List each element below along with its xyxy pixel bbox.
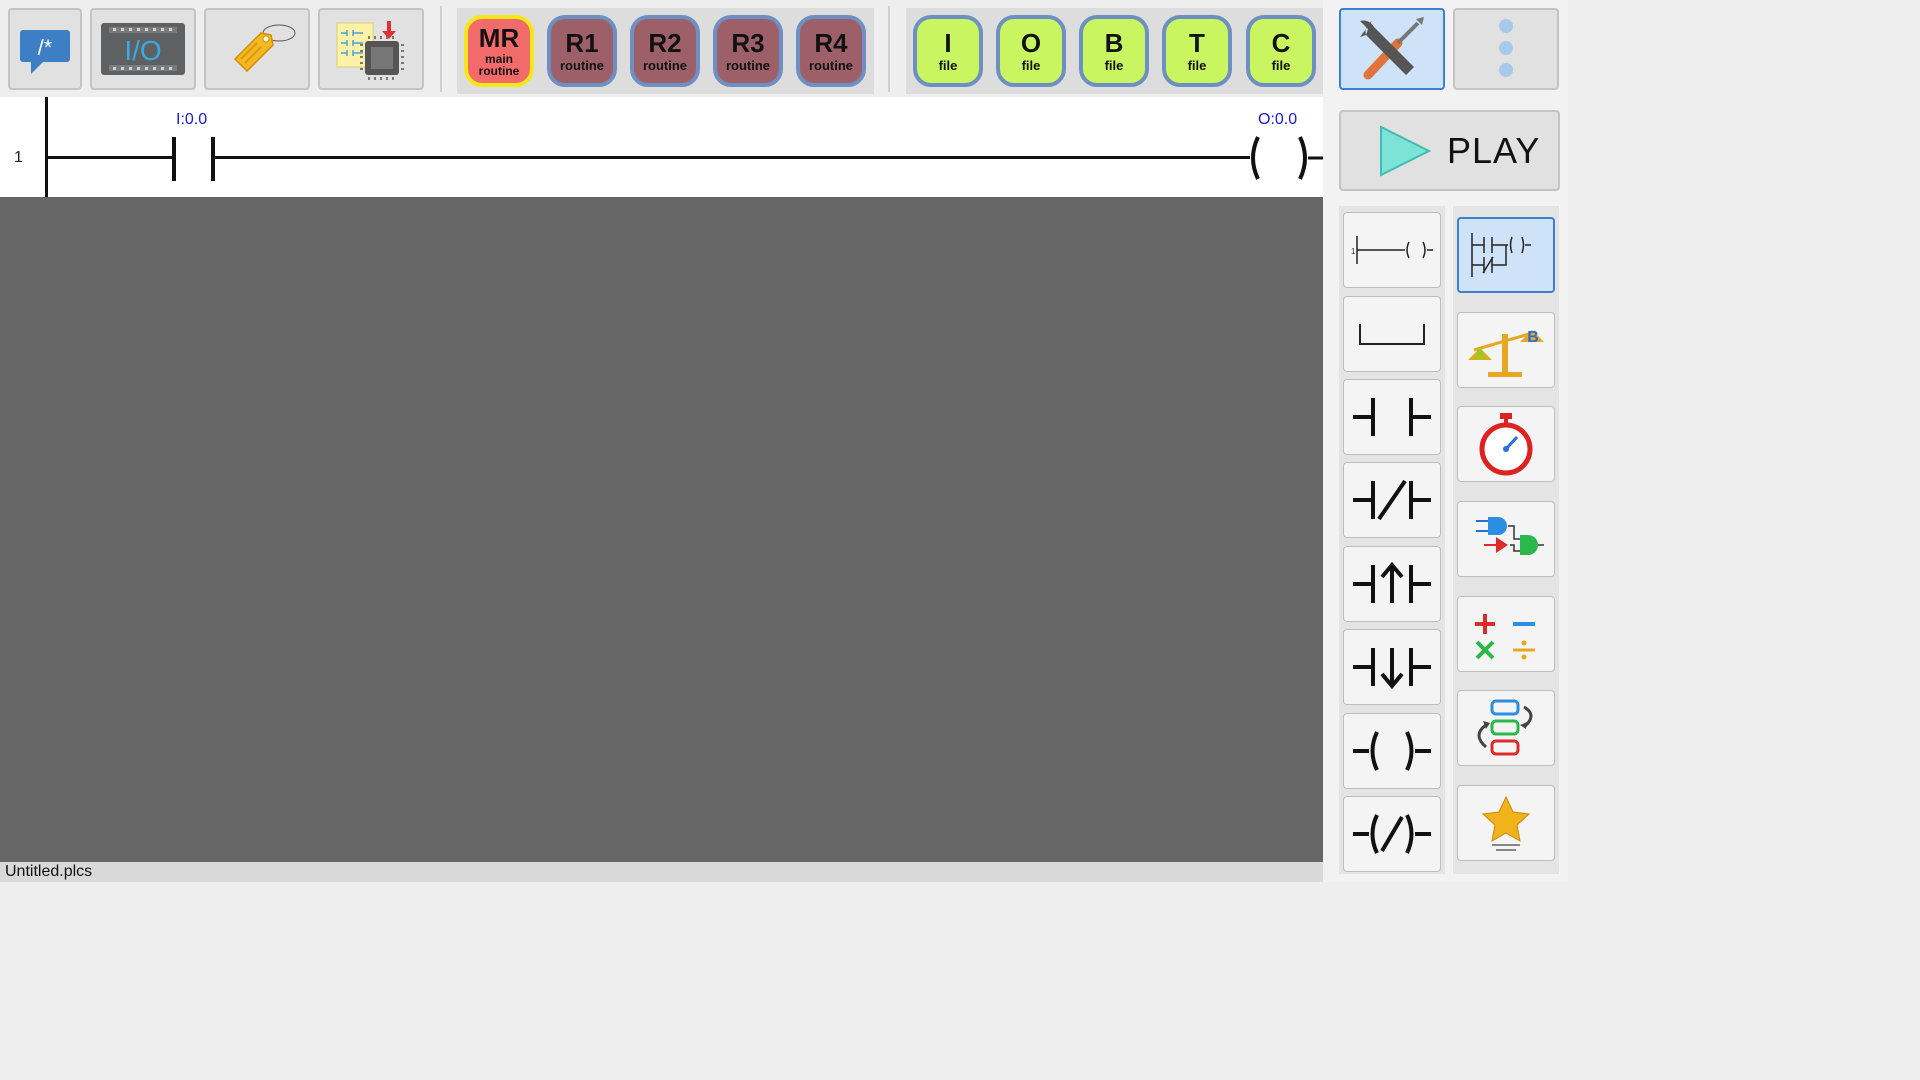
file-button-b[interactable]: B file	[1079, 15, 1149, 87]
file-button-c[interactable]: C file	[1246, 15, 1316, 87]
coil-button[interactable]	[1343, 713, 1441, 789]
routine-button-mr[interactable]: MR main routine	[464, 15, 534, 87]
program-flow-icon	[1477, 699, 1533, 756]
file-code: C	[1271, 28, 1291, 58]
coil-icon	[1353, 731, 1431, 771]
svg-text:1: 1	[1351, 247, 1356, 256]
svg-text:A: A	[1474, 347, 1486, 364]
play-button[interactable]: PLAY	[1339, 110, 1560, 191]
no-contact-button[interactable]	[1343, 379, 1441, 455]
routine-code: MR	[478, 23, 520, 53]
nc-contact-icon	[1353, 479, 1431, 521]
timer-instructions-tab[interactable]	[1457, 406, 1555, 482]
rung-wire	[48, 156, 175, 159]
routine-label: routine	[808, 58, 854, 73]
math-instructions-tab[interactable]	[1457, 596, 1555, 672]
comment-button[interactable]: /*	[8, 8, 82, 90]
contact-left-plate[interactable]	[172, 137, 176, 181]
compile-upload-button[interactable]	[318, 8, 424, 90]
play-triangle-icon	[1380, 124, 1432, 177]
settings-tools-button[interactable]	[1339, 8, 1445, 90]
file-label: file	[938, 58, 958, 73]
program-control-tab[interactable]	[1457, 690, 1555, 766]
program-to-chip-icon	[336, 21, 404, 80]
ladder-rung-area[interactable]: 1 I:0.0 O:0.0	[0, 97, 1323, 197]
toolbar-separator	[888, 6, 890, 92]
play-label: PLAY	[1447, 129, 1541, 171]
logic-gates-icon	[1476, 517, 1544, 555]
rising-edge-contact-button[interactable]	[1343, 546, 1441, 622]
math-operators-icon	[1475, 614, 1535, 660]
routine-code: R3	[731, 28, 765, 58]
wrench-screwdriver-icon	[1360, 17, 1424, 80]
routine-button-r4[interactable]: R4 routine	[796, 15, 866, 87]
file-button-o[interactable]: O file	[996, 15, 1066, 87]
favorites-star-icon	[1481, 795, 1531, 851]
routine-label: routine	[559, 58, 605, 73]
file-button-i[interactable]: I file	[913, 15, 983, 87]
io-icon-text: I/O	[124, 35, 161, 66]
nc-contact-button[interactable]	[1343, 462, 1441, 538]
svg-text:B: B	[1527, 329, 1539, 346]
rung-number: 1	[14, 149, 23, 166]
file-label: file	[1271, 58, 1291, 73]
compare-scale-icon: A B	[1468, 329, 1544, 377]
status-bar: Untitled.plcs	[0, 862, 1323, 882]
file-button-t[interactable]: T file	[1162, 15, 1232, 87]
no-contact-icon	[1353, 398, 1431, 436]
add-branch-button[interactable]	[1343, 296, 1441, 372]
status-filename: Untitled.plcs	[5, 863, 93, 880]
routine-button-r3[interactable]: R3 routine	[713, 15, 783, 87]
io-config-button[interactable]: I/O	[90, 8, 196, 90]
routine-label: routine	[725, 58, 771, 73]
timer-stopwatch-icon	[1479, 413, 1533, 476]
file-code: O	[1020, 28, 1042, 58]
coil-tag-label[interactable]: O:0.0	[1258, 111, 1297, 129]
logic-instructions-tab[interactable]	[1457, 501, 1555, 577]
io-module-icon: I/O	[101, 23, 185, 75]
contact-right-plate[interactable]	[211, 137, 215, 181]
left-power-rail	[45, 97, 48, 197]
more-menu-button[interactable]	[1453, 8, 1559, 90]
tags-button[interactable]	[204, 8, 310, 90]
file-label: file	[1021, 58, 1041, 73]
file-code: B	[1104, 28, 1124, 58]
rung-wire	[215, 156, 1250, 159]
rung-icon: 1	[1351, 236, 1433, 264]
favorites-tab[interactable]	[1457, 785, 1555, 861]
comment-icon-text: /*	[38, 35, 53, 60]
file-label: file	[1104, 58, 1124, 73]
routine-button-r1[interactable]: R1 routine	[547, 15, 617, 87]
routine-label-line2: routine	[478, 64, 520, 78]
ladder-editor-canvas[interactable]	[0, 197, 1323, 862]
negated-coil-button[interactable]	[1343, 796, 1441, 872]
negated-coil-icon	[1353, 814, 1431, 854]
file-code: I	[944, 28, 952, 58]
branch-icon	[1359, 324, 1425, 345]
ladder-basic-icon	[1471, 233, 1531, 277]
compare-instructions-tab[interactable]: A B	[1457, 312, 1555, 388]
falling-edge-contact-button[interactable]	[1343, 629, 1441, 705]
basic-instructions-tab[interactable]	[1457, 217, 1555, 293]
contact-tag-label[interactable]: I:0.0	[176, 111, 207, 129]
toolbar-separator	[440, 6, 442, 92]
tag-label-icon	[233, 24, 296, 73]
routine-button-r2[interactable]: R2 routine	[630, 15, 700, 87]
rising-edge-contact-icon	[1353, 561, 1431, 603]
file-code: T	[1189, 28, 1205, 58]
routine-code: R4	[814, 28, 848, 58]
routine-code: R1	[565, 28, 599, 58]
file-label: file	[1187, 58, 1207, 73]
vertical-dots-icon	[1499, 19, 1513, 77]
add-rung-button[interactable]: 1	[1343, 212, 1441, 288]
output-coil-icon[interactable]	[1244, 135, 1323, 181]
routine-label: routine	[642, 58, 688, 73]
routine-code: R2	[648, 28, 682, 58]
comment-bubble-icon: /*	[20, 30, 70, 74]
falling-edge-contact-icon	[1353, 648, 1431, 690]
